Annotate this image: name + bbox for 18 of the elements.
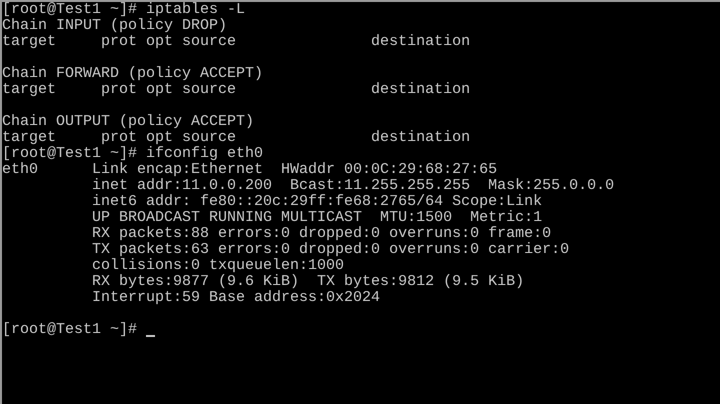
terminal-line: target prot opt source destination [2,82,470,98]
terminal-line: Chain INPUT (policy DROP) [2,18,228,34]
terminal-line: TX packets:63 errors:0 dropped:0 overruns:0 carrier:0 [91,242,570,258]
terminal-line: [root@Test1 ~]# iptables -L [2,2,246,18]
terminal-line: inet6 addr: fe80::20c:29ff:fe68:2765/64 Scope:Link [91,194,542,210]
terminal-line: UP BROADCAST RUNNING MULTICAST MTU:1500 Metric:1 [91,210,542,226]
terminal-line: target prot opt source destination [2,34,470,50]
terminal-line: Interrupt:59 Base address:0x2024 [91,290,380,306]
terminal-line: RX packets:88 errors:0 dropped:0 overruns:0 frame:0 [91,226,552,242]
terminal-line: [root@Test1 ~]# ifconfig eth0 [2,146,264,162]
terminal-line: eth0 Link encap:Ethernet HWaddr 00:0C:29:68:27:65 [2,162,498,178]
terminal-line: collisions:0 txqueuelen:1000 [91,258,344,274]
terminal-line: target prot opt source destination [2,130,470,146]
terminal-line: RX bytes:9877 (9.6 KiB) TX bytes:9812 (9.5 KiB) [91,274,524,290]
shell-prompt: [root@Test1 ~]# [2,322,138,338]
terminal-line: Chain OUTPUT (policy ACCEPT) [2,114,254,130]
terminal-line: Chain FORWARD (policy ACCEPT) [2,66,264,82]
terminal-line: inet addr:11.0.0.200 Bcast:11.255.255.255 Mask:255.0.0.0 [91,178,614,194]
